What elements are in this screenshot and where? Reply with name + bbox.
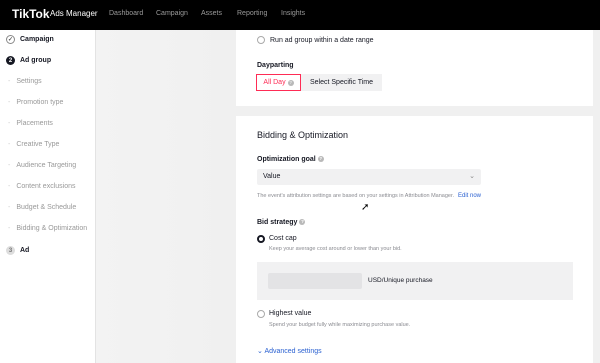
- sidebar-item-settings[interactable]: - Settings: [8, 78, 42, 85]
- info-icon: ?: [299, 219, 306, 225]
- step-ad-group[interactable]: 2 Ad group: [6, 56, 51, 65]
- step-number-badge: 2: [6, 56, 15, 65]
- sidebar-item-placements[interactable]: - Placements: [8, 120, 53, 127]
- step-number-badge: 3: [6, 246, 15, 255]
- edit-now-link[interactable]: Edit now: [458, 193, 481, 199]
- nav-campaign[interactable]: Campaign: [156, 10, 188, 17]
- dayparting-all-day-button[interactable]: All Day?: [256, 74, 301, 91]
- date-range-radio[interactable]: [257, 36, 265, 44]
- dayparting-specific-time-button[interactable]: Select Specific Time: [301, 74, 382, 91]
- info-icon: ?: [287, 79, 294, 86]
- nav-insights[interactable]: Insights: [281, 10, 305, 17]
- section-title: Bidding & Optimization: [257, 130, 349, 140]
- sidebar-item-content-exclusions[interactable]: - Content exclusions: [8, 183, 76, 190]
- sidebar-item-audience-targeting[interactable]: - Audience Targeting: [8, 162, 76, 169]
- cost-cap-unit: USD/Unique purchase: [368, 277, 433, 284]
- chevron-down-icon: ⌄: [469, 173, 475, 180]
- sidebar-item-budget-schedule[interactable]: - Budget & Schedule: [8, 204, 76, 211]
- highest-value-radio[interactable]: [257, 310, 265, 318]
- date-range-label: Run ad group within a date range: [270, 37, 374, 44]
- product-name: Ads Manager: [50, 9, 98, 18]
- dayparting-title: Dayparting: [257, 62, 294, 69]
- cost-cap-label: Cost cap: [269, 235, 297, 242]
- highest-value-label: Highest value: [269, 310, 312, 317]
- sidebar-item-bidding-optimization[interactable]: - Bidding & Optimization: [8, 225, 87, 232]
- bid-strategy-label: Bid strategy?: [257, 219, 306, 226]
- cost-cap-input[interactable]: [268, 273, 362, 289]
- step-label: Campaign: [20, 36, 54, 43]
- advanced-settings-link[interactable]: ⌄ Advanced settings: [257, 347, 322, 355]
- step-label: Ad: [20, 247, 30, 254]
- top-nav-bar: TikTok Ads Manager Dashboard Campaign As…: [0, 0, 600, 30]
- check-icon: ✓: [6, 35, 15, 44]
- nav-assets[interactable]: Assets: [201, 10, 222, 17]
- optimization-goal-label: Optimization goal?: [257, 156, 324, 163]
- tiktok-logo[interactable]: TikTok: [12, 7, 50, 21]
- info-icon: ?: [317, 156, 324, 162]
- optimization-goal-select[interactable]: Value ⌄: [257, 169, 481, 185]
- step-campaign[interactable]: ✓ Campaign: [6, 35, 54, 44]
- step-ad[interactable]: 3 Ad: [6, 246, 29, 255]
- mouse-cursor-icon: ➚: [361, 202, 370, 213]
- nav-dashboard[interactable]: Dashboard: [109, 10, 143, 17]
- step-label: Ad group: [20, 57, 52, 64]
- cost-cap-radio[interactable]: [257, 235, 265, 243]
- highest-value-description: Spend your budget fully while maximizing…: [269, 322, 411, 328]
- cost-cap-description: Keep your average cost around or lower t…: [269, 246, 402, 252]
- content-background: [96, 30, 236, 363]
- sidebar-item-promotion-type[interactable]: - Promotion type: [8, 99, 63, 106]
- sidebar-item-creative-type[interactable]: - Creative Type: [8, 141, 59, 148]
- nav-reporting[interactable]: Reporting: [237, 10, 267, 17]
- attribution-note: The event's attribution settings are bas…: [257, 193, 455, 199]
